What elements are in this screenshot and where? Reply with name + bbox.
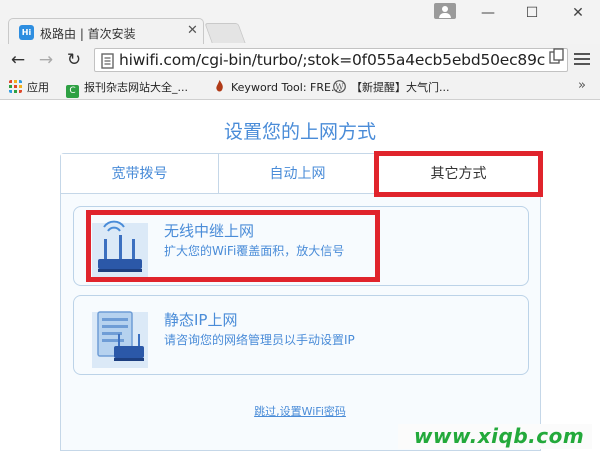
- tab-title: 极路由 | 首次安装: [40, 27, 136, 41]
- option-highlight-box: [86, 210, 380, 282]
- forward-button-icon[interactable]: →: [36, 49, 56, 71]
- hiwifi-favicon-icon: Hi: [19, 25, 34, 40]
- url-text: hiwifi.com/cgi-bin/turbo/;stok=0f055a4ec…: [119, 51, 546, 69]
- tab-dhcp[interactable]: 自动上网: [219, 154, 377, 194]
- bookmark-label: 应用: [27, 81, 49, 94]
- maximize-icon[interactable]: ☐: [520, 4, 544, 22]
- bookmark-keyword-tool[interactable]: Keyword Tool: FRE...: [213, 80, 341, 96]
- address-bar[interactable]: hiwifi.com/cgi-bin/turbo/;stok=0f055a4ec…: [94, 48, 568, 72]
- wordpress-icon: W: [333, 80, 346, 93]
- flame-icon: [216, 80, 223, 92]
- back-button-icon[interactable]: ←: [8, 49, 28, 71]
- bookmark-magazine[interactable]: C 报刊杂志网站大全_...: [66, 80, 188, 98]
- bookmark-pages-icon[interactable]: [549, 48, 565, 64]
- svg-text:W: W: [335, 83, 344, 92]
- apps-grid-icon: [9, 80, 22, 93]
- close-window-icon[interactable]: ✕: [566, 4, 590, 22]
- tab-highlight-box: [374, 151, 543, 197]
- page-info-icon[interactable]: [101, 53, 115, 69]
- new-tab-button[interactable]: [204, 23, 246, 43]
- bookmark-apps[interactable]: 应用: [9, 80, 49, 96]
- browser-tab[interactable]: Hi 极路由 | 首次安装 ✕: [8, 18, 204, 45]
- page-title: 设置您的上网方式: [223, 121, 376, 143]
- reload-icon[interactable]: ↻: [64, 49, 84, 71]
- tab-close-icon[interactable]: ✕: [187, 23, 198, 38]
- bookmarks-bar: 应用 C 报刊杂志网站大全_... Keyword Tool: FRE... W …: [0, 76, 600, 100]
- watermark-text: www.xiqb.com: [414, 424, 585, 448]
- profile-icon[interactable]: [434, 3, 456, 19]
- minimize-icon[interactable]: —: [476, 4, 500, 22]
- skip-set-wifi-password-link[interactable]: 跳过,设置WiFi密码: [0, 403, 600, 419]
- bookmark-label: 【新提醒】大气门...: [351, 81, 450, 94]
- option-static-ip[interactable]: 静态IP上网 请咨询您的网络管理员以手动设置IP: [73, 295, 529, 375]
- bookmark-label: Keyword Tool: FRE...: [231, 81, 342, 94]
- option-description: 请咨询您的网络管理员以手动设置IP: [164, 333, 355, 347]
- chrome-menu-icon[interactable]: [574, 53, 590, 67]
- green-c-icon: C: [66, 85, 79, 98]
- bookmark-label: 报刊杂志网站大全_...: [84, 81, 188, 94]
- static-ip-icon: [92, 311, 148, 368]
- browser-titlebar: Hi 极路由 | 首次安装 ✕ — ☐ ✕: [0, 0, 600, 45]
- browser-toolbar: ← → ↻ hiwifi.com/cgi-bin/turbo/;stok=0f0…: [0, 44, 600, 76]
- bookmark-news[interactable]: W 【新提醒】大气门...: [333, 80, 450, 96]
- tab-pppoe[interactable]: 宽带拨号: [61, 154, 219, 194]
- option-title: 静态IP上网: [164, 311, 238, 329]
- bookmarks-overflow-icon[interactable]: »: [578, 78, 586, 93]
